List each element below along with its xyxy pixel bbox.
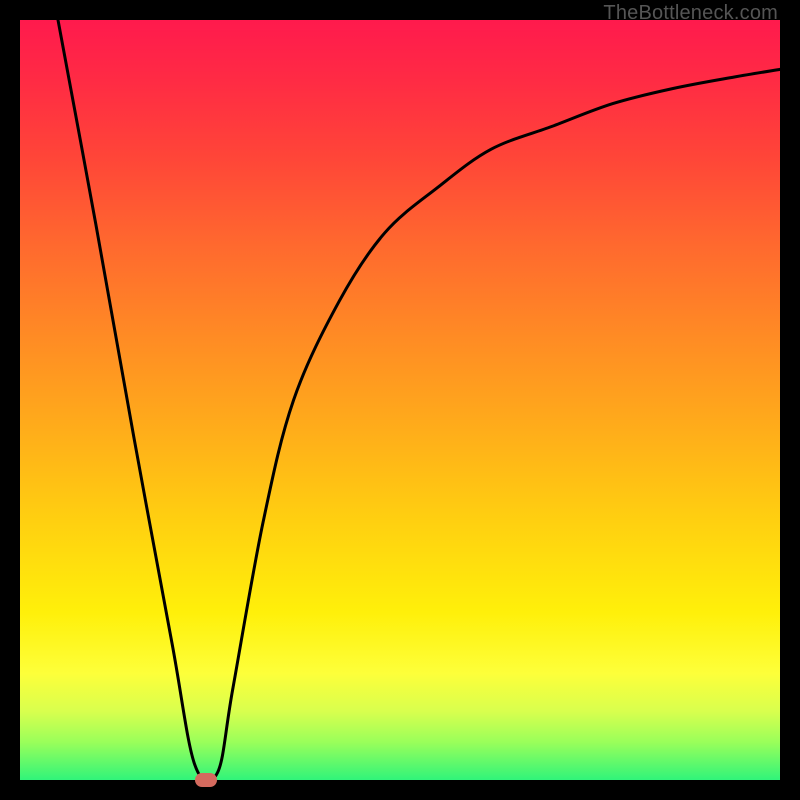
bottleneck-curve <box>58 20 780 782</box>
curve-svg <box>20 20 780 780</box>
chart-container: TheBottleneck.com <box>0 0 800 800</box>
plot-area <box>20 20 780 780</box>
watermark: TheBottleneck.com <box>603 2 778 25</box>
optimum-marker <box>195 773 217 787</box>
